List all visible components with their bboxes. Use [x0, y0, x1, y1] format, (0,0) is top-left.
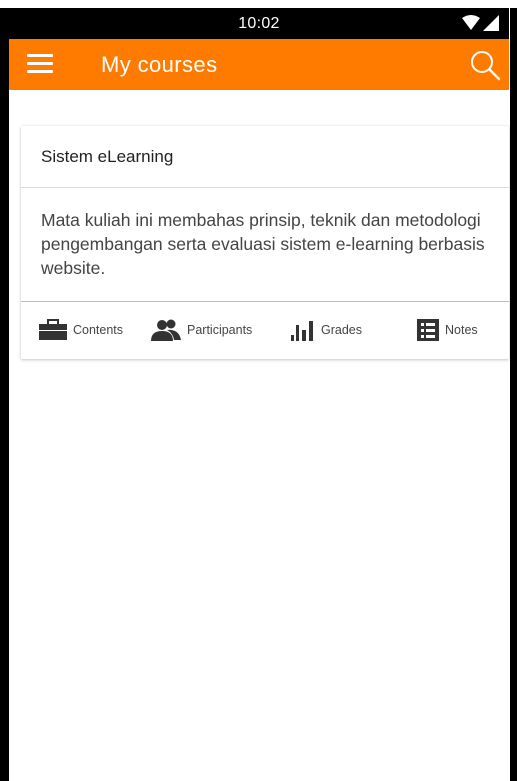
- app-bar: My courses: [9, 39, 509, 90]
- people-icon: [151, 319, 181, 341]
- bar-chart-icon: [291, 321, 313, 341]
- notes-label: Notes: [445, 323, 478, 337]
- search-icon[interactable]: [469, 49, 501, 81]
- course-title[interactable]: Sistem eLearning: [41, 147, 173, 167]
- list-icon: [417, 319, 439, 341]
- contents-button[interactable]: Contents: [39, 317, 123, 343]
- wifi-icon: [462, 15, 499, 31]
- page-title: My courses: [101, 52, 218, 77]
- course-summary: Mata kuliah ini membahas prinsip, teknik…: [41, 210, 485, 278]
- course-card: Sistem eLearning Mata kuliah ini membaha…: [21, 126, 509, 359]
- notes-button[interactable]: Notes: [417, 317, 478, 343]
- participants-label: Participants: [187, 323, 253, 337]
- grades-button[interactable]: Grades: [291, 317, 362, 343]
- briefcase-icon: [39, 319, 67, 340]
- screen: [0, 0, 517, 781]
- grades-label: Grades: [321, 323, 362, 337]
- signal-icon: [483, 15, 499, 31]
- status-bar: 10:02: [9, 8, 509, 39]
- participants-button[interactable]: Participants: [151, 317, 252, 343]
- status-time: 10:02: [238, 15, 280, 32]
- hamburger-menu-icon[interactable]: [27, 53, 55, 75]
- contents-label: Contents: [73, 323, 124, 337]
- top-edge: [0, 0, 517, 8]
- status-icons: [461, 13, 501, 35]
- course-actions: Contents Participants Grades Notes: [21, 301, 509, 359]
